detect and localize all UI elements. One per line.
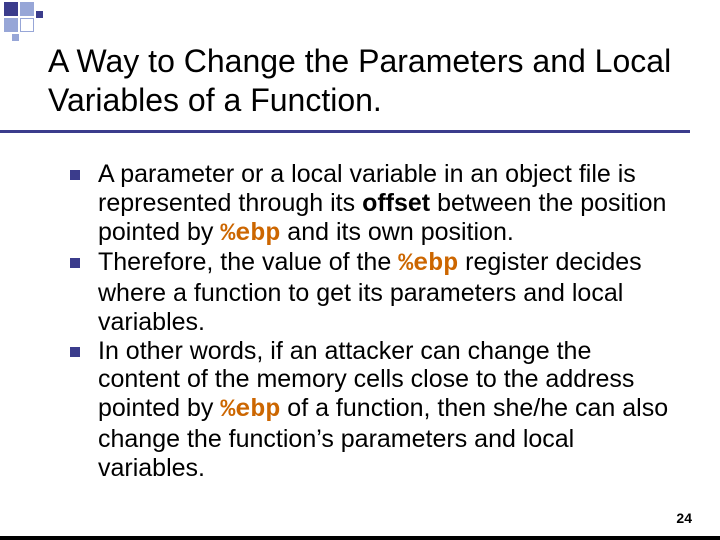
bullet-icon [70,258,80,268]
bullet-text: Therefore, the value of the [98,248,398,276]
corner-decoration [0,0,48,48]
slide-title: A Way to Change the Parameters and Local… [48,42,690,120]
code-ebp: %ebp [398,249,458,278]
slide-bottom-bar [0,536,720,540]
code-ebp: %ebp [220,219,280,248]
code-ebp: %ebp [220,395,280,424]
slide: A Way to Change the Parameters and Local… [0,0,720,540]
keyword-offset: offset [362,189,430,217]
page-number: 24 [676,510,692,526]
title-underline [0,130,690,133]
bullet-text: and its own position. [280,218,513,246]
bullet-item: A parameter or a local variable in an ob… [70,160,672,248]
slide-body: A parameter or a local variable in an ob… [70,160,672,482]
bullet-icon [70,170,80,180]
bullet-item: Therefore, the value of the %ebp registe… [70,248,672,336]
bullet-item: In other words, if an attacker can chang… [70,337,672,483]
bullet-icon [70,347,80,357]
